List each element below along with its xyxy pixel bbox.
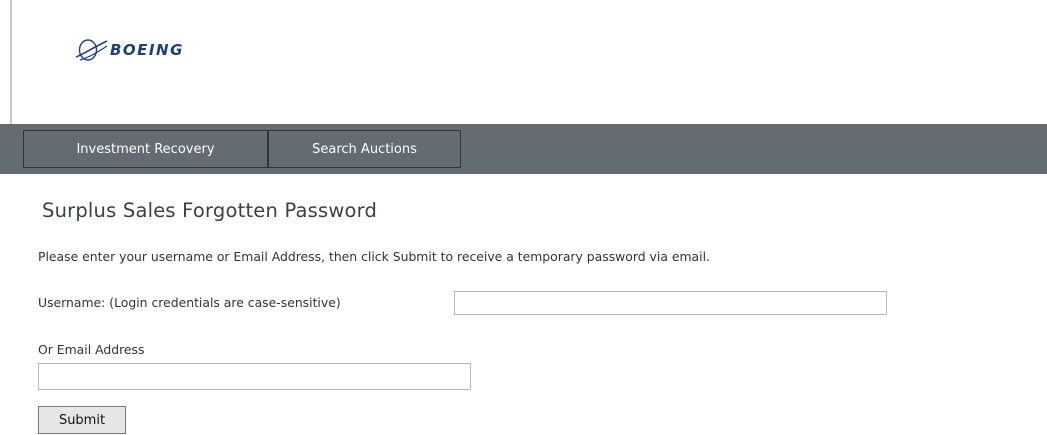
page-title: Surplus Sales Forgotten Password [42, 199, 378, 222]
submit-button[interactable]: Submit [38, 406, 126, 434]
nav-tab-investment-recovery[interactable]: Investment Recovery [23, 130, 268, 168]
logo-wordmark: BOEING [110, 41, 184, 59]
boeing-globe-icon [75, 39, 108, 61]
email-label: Or Email Address [38, 342, 145, 357]
email-input[interactable] [38, 363, 471, 390]
header-divider [10, 0, 12, 124]
nav-tab-search-auctions[interactable]: Search Auctions [268, 130, 461, 168]
username-label: Username: (Login credentials are case-se… [38, 295, 341, 310]
instruction-text: Please enter your username or Email Addr… [38, 249, 710, 264]
site-header: BOEING [0, 0, 1047, 124]
main-navbar: Investment Recovery Search Auctions [0, 124, 1047, 174]
username-input[interactable] [454, 291, 887, 315]
boeing-logo[interactable]: BOEING [74, 38, 226, 62]
